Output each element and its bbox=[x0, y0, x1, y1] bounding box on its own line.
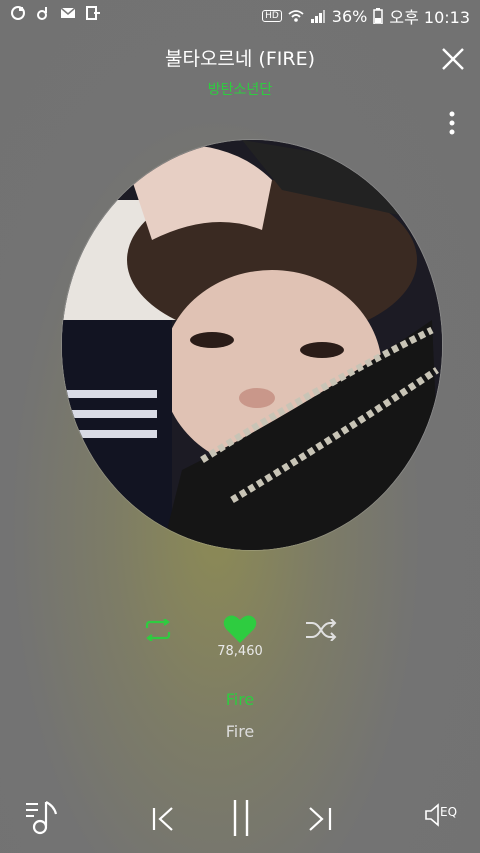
album-art-image bbox=[62, 140, 442, 550]
close-icon[interactable] bbox=[440, 46, 466, 72]
artist-name[interactable]: 방탄소년단 bbox=[0, 79, 480, 99]
next-icon[interactable] bbox=[306, 796, 334, 836]
battery-percent: 36% bbox=[331, 6, 368, 26]
previous-icon[interactable] bbox=[150, 796, 178, 836]
shuffle-icon[interactable] bbox=[305, 619, 337, 641]
status-bar: HD 36% 오후 10:13 bbox=[0, 0, 480, 30]
lyric-current[interactable]: Fire bbox=[0, 690, 480, 709]
pause-icon[interactable] bbox=[228, 796, 254, 840]
app-notification-icon bbox=[11, 6, 25, 20]
mail-icon bbox=[60, 7, 76, 18]
status-left bbox=[10, 5, 101, 21]
cast-icon bbox=[86, 6, 100, 20]
album-art[interactable] bbox=[62, 140, 442, 550]
equalizer-button[interactable]: EQ bbox=[424, 802, 464, 832]
lyric-next[interactable]: Fire bbox=[0, 722, 480, 741]
repeat-icon[interactable] bbox=[143, 619, 173, 641]
status-right: HD 36% 오후 10:13 bbox=[262, 4, 470, 28]
wifi-icon bbox=[288, 10, 304, 22]
like-count: 78,460 bbox=[217, 644, 263, 659]
hd-badge: HD bbox=[262, 10, 282, 22]
signal-icon bbox=[310, 10, 325, 23]
track-header: 불타오르네 (FIRE) 방탄소년단 bbox=[0, 44, 480, 99]
heart-icon[interactable] bbox=[223, 614, 257, 644]
music-notification-icon bbox=[37, 7, 47, 20]
battery-icon bbox=[373, 8, 384, 24]
transport-bar: EQ bbox=[0, 790, 480, 840]
song-title: 불타오르네 (FIRE) bbox=[164, 48, 315, 70]
clock: 오후 10:13 bbox=[389, 8, 470, 27]
playlist-icon[interactable] bbox=[24, 796, 60, 836]
eq-label: EQ bbox=[440, 805, 458, 819]
more-vert-icon[interactable] bbox=[446, 110, 458, 136]
